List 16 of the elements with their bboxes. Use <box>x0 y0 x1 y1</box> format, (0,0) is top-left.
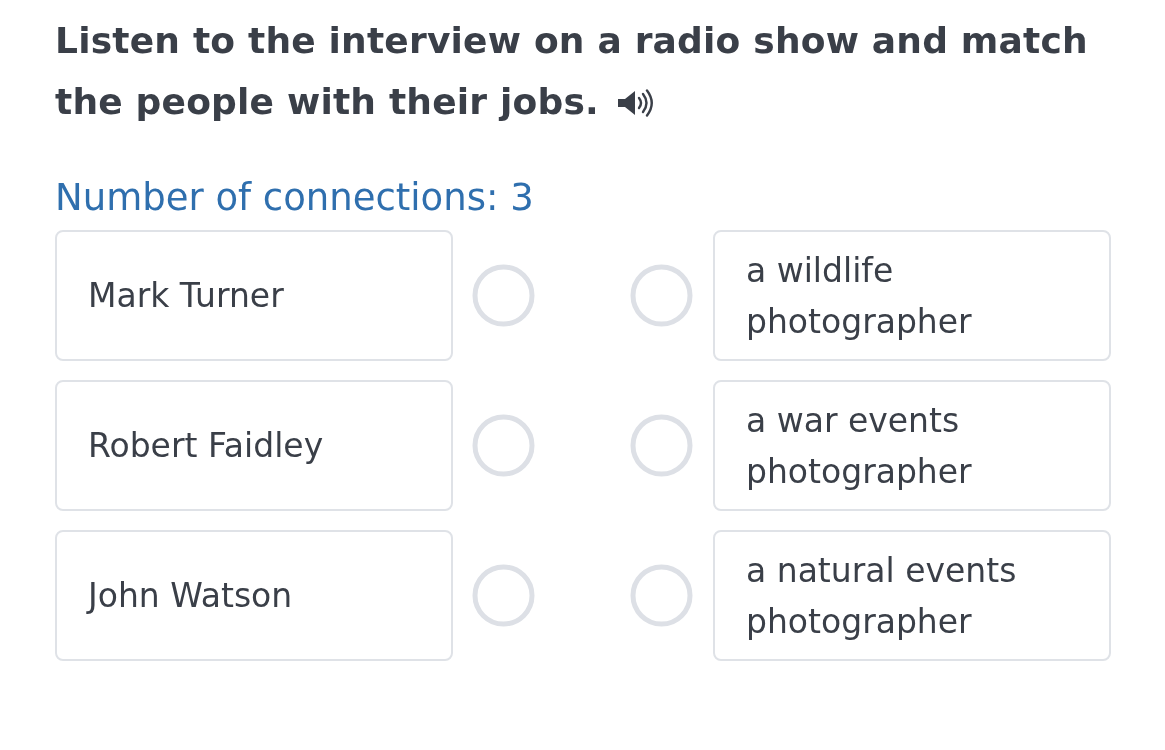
person-card[interactable]: Robert Faidley <box>55 380 453 511</box>
job-card[interactable]: a natural events photographer <box>713 530 1111 661</box>
connection-point-icon[interactable] <box>472 564 535 627</box>
job-card[interactable]: a wildlife photographer <box>713 230 1111 361</box>
person-card[interactable]: Mark Turner <box>55 230 453 361</box>
connection-point-icon[interactable] <box>472 414 535 477</box>
speaker-icon[interactable] <box>616 88 655 117</box>
instruction-text: Listen to the interview on a radio show and match <box>55 19 1088 63</box>
connection-point-icon[interactable] <box>630 564 693 627</box>
instruction-text: the people with their jobs. <box>55 80 599 124</box>
connection-point-icon[interactable] <box>630 414 693 477</box>
connection-point-icon[interactable] <box>630 264 693 327</box>
connection-point-icon[interactable] <box>472 264 535 327</box>
person-card[interactable]: John Watson <box>55 530 453 661</box>
job-card[interactable]: a war events photographer <box>713 380 1111 511</box>
connections-count: Number of connections: 3 <box>55 175 534 221</box>
